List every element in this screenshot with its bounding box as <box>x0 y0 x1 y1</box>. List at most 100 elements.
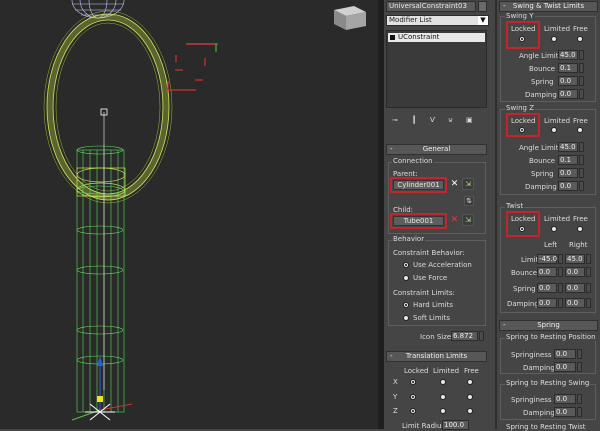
twist-spring-left-spinner[interactable] <box>558 283 563 293</box>
swing-z-bounce-spinner[interactable] <box>579 155 584 165</box>
use-force-label: Use Force <box>413 274 448 282</box>
stack-light-bulb-icon[interactable] <box>390 35 395 40</box>
hard-limits-radio[interactable] <box>403 302 409 308</box>
swing-y-damping-spinner[interactable] <box>579 89 584 99</box>
x-locked-radio[interactable] <box>410 379 416 385</box>
modifier-stack[interactable]: UConstraint <box>386 30 487 108</box>
y-limited-radio[interactable] <box>440 394 446 400</box>
parent-pick-button[interactable]: Cylinder001 <box>393 180 444 190</box>
resting-position-damping-input[interactable]: 0.0 <box>554 362 576 372</box>
twist-damping-left-spinner[interactable] <box>558 298 563 308</box>
viewport-perspective[interactable] <box>0 0 378 429</box>
resting-swing-label: Spring to Resting Swing <box>505 379 591 387</box>
stack-toolbar: ⊸ ┃ Ѵ ⊍ ▣ <box>386 114 487 128</box>
twist-limited-radio[interactable] <box>551 226 557 232</box>
twist-bounce-left-input[interactable]: 0.0 <box>537 267 557 277</box>
make-unique-icon[interactable]: Ѵ <box>430 116 435 124</box>
swing-z-spring-input[interactable]: 0.0 <box>558 168 578 178</box>
twist-damping-left-input[interactable]: 0.0 <box>537 298 557 308</box>
swing-y-damping-input[interactable]: 0.0 <box>558 89 578 99</box>
swing-y-free-radio[interactable] <box>577 36 583 42</box>
x-free-radio[interactable] <box>467 379 473 385</box>
z-locked-radio[interactable] <box>410 408 416 414</box>
resting-position-springiness-input[interactable]: 0.0 <box>554 349 576 359</box>
select-parent-icon[interactable]: ⇲ <box>462 178 474 190</box>
swing-z-free-radio[interactable] <box>577 127 583 133</box>
swing-y-spring-spinner[interactable] <box>579 76 584 86</box>
object-color-swatch[interactable] <box>478 1 487 12</box>
swing-y-bounce-input[interactable]: 0.1 <box>558 63 578 73</box>
resting-position-springiness-spinner[interactable] <box>577 349 582 359</box>
resting-swing-damping-spinner[interactable] <box>577 407 582 417</box>
icon-size-spinner[interactable] <box>479 331 484 341</box>
twist-damping-label: Damping <box>507 300 539 308</box>
show-end-result-icon[interactable]: ┃ <box>412 116 416 124</box>
swing-y-spring-label: Spring <box>531 78 554 86</box>
constraint-helper <box>166 43 218 91</box>
swing-y-limited-label: Limited <box>544 25 571 33</box>
object-name-field[interactable]: UniversalConstraint03 <box>386 1 476 12</box>
y-locked-radio[interactable] <box>410 394 416 400</box>
twist-spring-left-input[interactable]: 0.0 <box>537 283 557 293</box>
twist-bounce-right-input[interactable]: 0.0 <box>565 267 585 277</box>
swing-z-damping-spinner[interactable] <box>579 181 584 191</box>
remove-modifier-icon[interactable]: ⊍ <box>448 116 453 124</box>
soft-limits-label: Soft Limits <box>413 314 451 322</box>
swing-z-angle-spinner[interactable] <box>579 142 584 152</box>
swap-parent-child-icon[interactable]: ⇅ <box>464 196 474 206</box>
swing-y-angle-input[interactable]: 45.0 <box>558 50 578 60</box>
swing-y-angle-spinner[interactable] <box>579 50 584 60</box>
swing-y-limited-radio[interactable] <box>551 36 557 42</box>
swing-y-spring-input[interactable]: 0.0 <box>558 76 578 86</box>
swing-z-locked-radio[interactable] <box>519 127 525 133</box>
z-limited-radio[interactable] <box>440 408 446 414</box>
y-free-radio[interactable] <box>467 394 473 400</box>
twist-limit-right-spinner[interactable] <box>586 254 591 264</box>
twist-spring-right-input[interactable]: 0.0 <box>565 283 585 293</box>
swing-z-limited-radio[interactable] <box>551 127 557 133</box>
twist-damping-right-input[interactable]: 0.0 <box>565 298 585 308</box>
select-child-icon[interactable]: ⇲ <box>462 214 474 226</box>
twist-spring-right-spinner[interactable] <box>586 283 591 293</box>
swing-z-spring-spinner[interactable] <box>579 168 584 178</box>
spring-rollout-header[interactable]: - Spring <box>499 320 598 331</box>
twist-limit-left-input[interactable]: -45.0 <box>537 254 557 264</box>
twist-locked-radio[interactable] <box>519 226 525 232</box>
swing-twist-header[interactable]: - Swing & Twist Limits <box>499 1 598 12</box>
swing-z-angle-input[interactable]: 45.0 <box>558 142 578 152</box>
resting-position-label: Spring to Resting Position <box>505 333 597 341</box>
resting-swing-damping-input[interactable]: 0.0 <box>554 407 576 417</box>
twist-limit-right-input[interactable]: 45.0 <box>565 254 585 264</box>
resting-swing-springiness-input[interactable]: 0.0 <box>554 394 576 404</box>
swing-z-damping-input[interactable]: 0.0 <box>558 181 578 191</box>
swing-y-bounce-spinner[interactable] <box>579 63 584 73</box>
z-free-radio[interactable] <box>467 408 473 414</box>
swing-y-locked-radio[interactable] <box>519 36 525 42</box>
general-rollout-header[interactable]: - General <box>386 144 487 155</box>
stack-item-uconstraint[interactable]: UConstraint <box>388 33 485 42</box>
child-pick-button[interactable]: Tube001 <box>393 216 444 226</box>
modifier-list-dropdown[interactable]: Modifier List ▼ <box>386 15 489 26</box>
twist-bounce-left-spinner[interactable] <box>558 267 563 277</box>
pin-stack-icon[interactable]: ⊸ <box>392 116 398 124</box>
twist-free-radio[interactable] <box>577 226 583 232</box>
clear-child-icon[interactable]: ✕ <box>450 216 459 226</box>
modifier-list-label: Modifier List <box>389 16 432 24</box>
hard-limits-label: Hard Limits <box>413 301 453 309</box>
twist-limit-left-spinner[interactable] <box>558 254 563 264</box>
translation-header-label: Translation Limits <box>405 352 468 360</box>
clear-parent-icon[interactable]: ✕ <box>450 180 459 190</box>
translation-limits-header[interactable]: - Translation Limits <box>386 351 487 362</box>
resting-swing-springiness-spinner[interactable] <box>577 394 582 404</box>
x-limited-radio[interactable] <box>440 379 446 385</box>
twist-bounce-right-spinner[interactable] <box>586 267 591 277</box>
twist-damping-right-spinner[interactable] <box>586 298 591 308</box>
resting-position-damping-spinner[interactable] <box>577 362 582 372</box>
icon-size-input[interactable]: 6.872 <box>451 331 478 341</box>
use-force-radio[interactable] <box>403 275 409 281</box>
swing-z-bounce-input[interactable]: 0.1 <box>558 155 578 165</box>
use-acceleration-radio[interactable] <box>403 262 409 268</box>
soft-limits-radio[interactable] <box>403 315 409 321</box>
icon-size-label: Icon Size <box>420 333 452 341</box>
configure-sets-icon[interactable]: ▣ <box>466 116 473 124</box>
